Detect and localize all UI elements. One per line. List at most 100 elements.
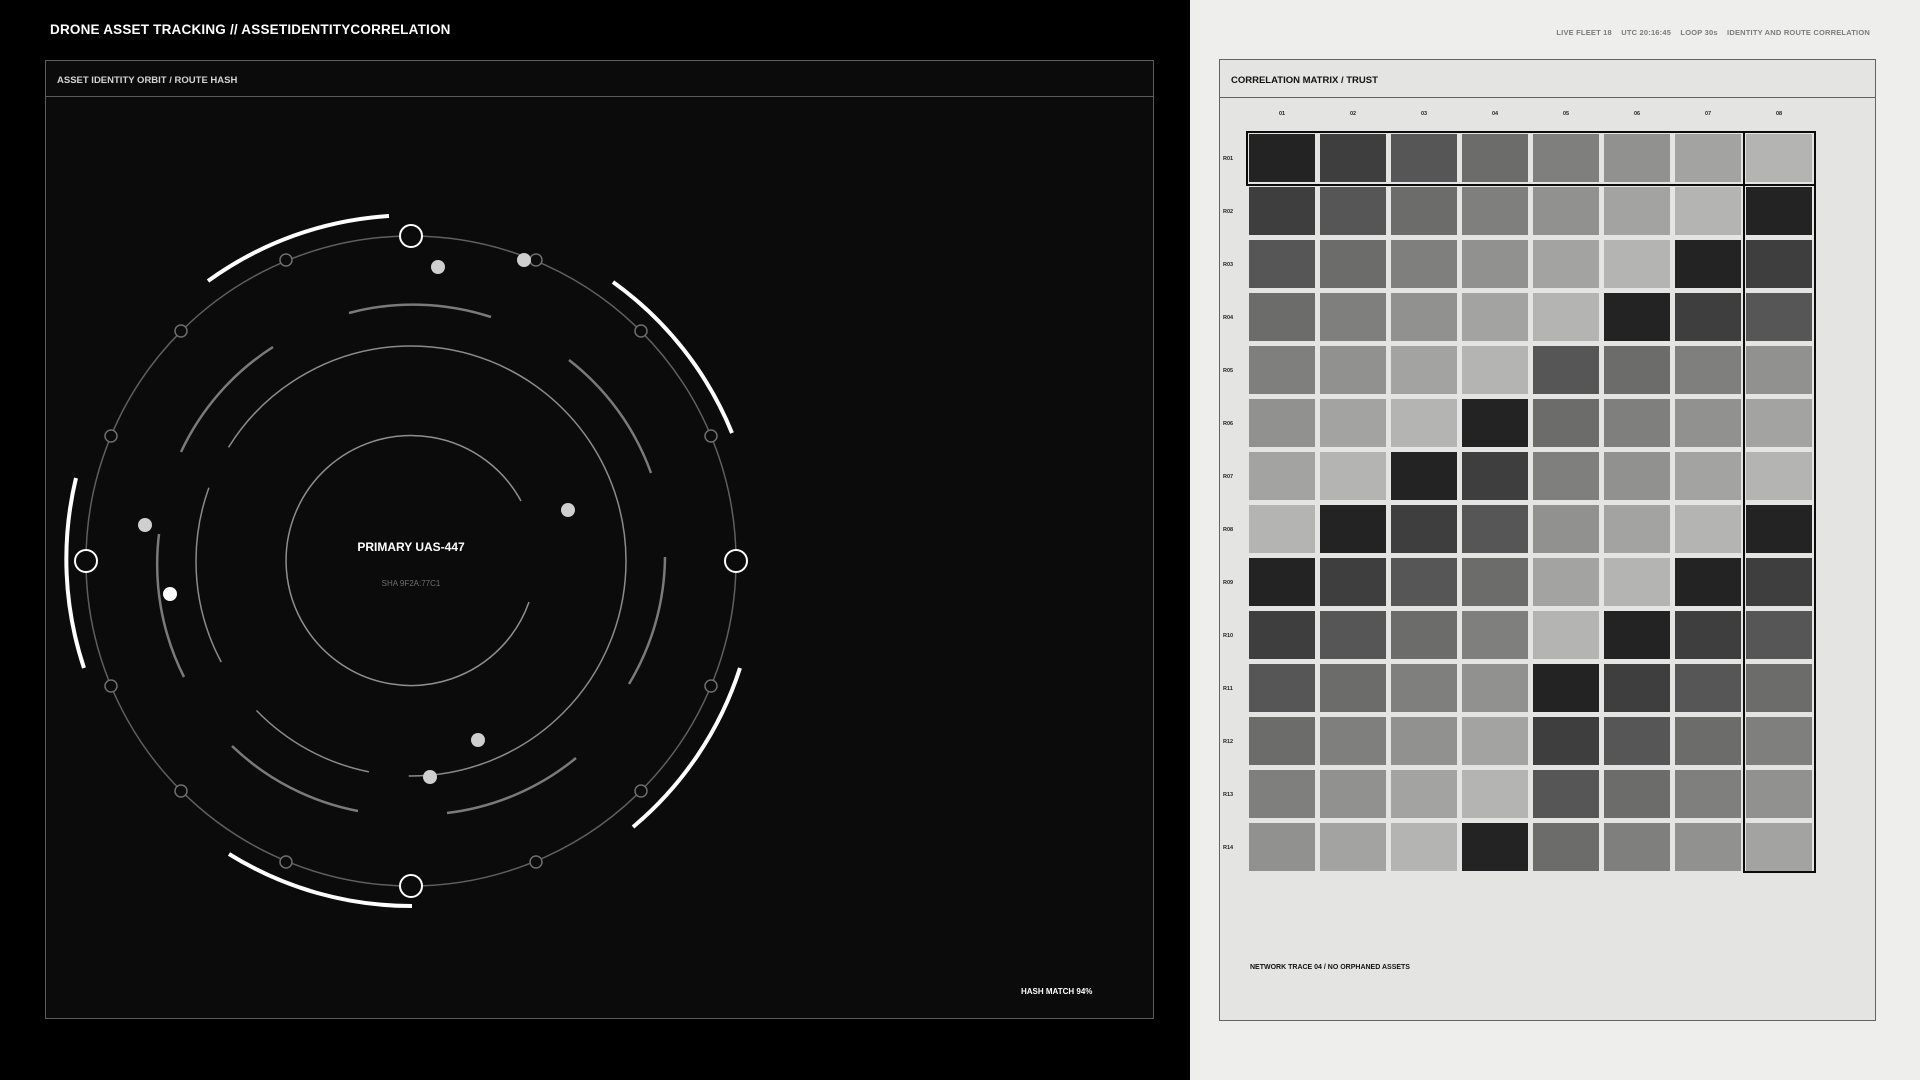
matrix-cell[interactable] [1462,134,1528,182]
matrix-cell[interactable] [1533,823,1599,871]
matrix-cell[interactable] [1391,134,1457,182]
matrix-cell[interactable] [1746,505,1812,553]
matrix-cell[interactable] [1249,717,1315,765]
matrix-cell[interactable] [1746,717,1812,765]
matrix-cell[interactable] [1462,558,1528,606]
matrix-cell[interactable] [1391,346,1457,394]
matrix-cell[interactable] [1391,611,1457,659]
matrix-cell[interactable] [1249,664,1315,712]
matrix-cell[interactable] [1249,399,1315,447]
matrix-cell[interactable] [1462,293,1528,341]
matrix-cell[interactable] [1533,558,1599,606]
matrix-cell[interactable] [1320,452,1386,500]
matrix-cell[interactable] [1462,399,1528,447]
matrix-cell[interactable] [1533,240,1599,288]
matrix-cell[interactable] [1249,770,1315,818]
matrix-cell[interactable] [1462,664,1528,712]
matrix-cell[interactable] [1249,240,1315,288]
matrix-cell[interactable] [1533,293,1599,341]
matrix-cell[interactable] [1533,452,1599,500]
matrix-cell[interactable] [1320,399,1386,447]
matrix-cell[interactable] [1675,558,1741,606]
matrix-cell[interactable] [1320,346,1386,394]
matrix-cell[interactable] [1746,134,1812,182]
matrix-cell[interactable] [1320,611,1386,659]
matrix-cell[interactable] [1604,452,1670,500]
matrix-cell[interactable] [1320,505,1386,553]
matrix-cell[interactable] [1675,770,1741,818]
matrix-cell[interactable] [1249,823,1315,871]
matrix-cell[interactable] [1533,664,1599,712]
matrix-cell[interactable] [1675,823,1741,871]
matrix-cell[interactable] [1320,770,1386,818]
matrix-cell[interactable] [1675,664,1741,712]
matrix-cell[interactable] [1746,664,1812,712]
matrix-cell[interactable] [1604,823,1670,871]
matrix-cell[interactable] [1320,187,1386,235]
matrix-cell[interactable] [1604,240,1670,288]
matrix-cell[interactable] [1675,611,1741,659]
matrix-cell[interactable] [1320,558,1386,606]
matrix-cell[interactable] [1320,823,1386,871]
matrix-cell[interactable] [1604,293,1670,341]
matrix-cell[interactable] [1604,717,1670,765]
matrix-cell[interactable] [1391,823,1457,871]
matrix-cell[interactable] [1533,505,1599,553]
matrix-cell[interactable] [1533,717,1599,765]
matrix-cell[interactable] [1462,717,1528,765]
matrix-cell[interactable] [1604,558,1670,606]
matrix-cell[interactable] [1533,770,1599,818]
matrix-cell[interactable] [1391,240,1457,288]
matrix-cell[interactable] [1675,293,1741,341]
matrix-cell[interactable] [1249,187,1315,235]
matrix-cell[interactable] [1249,611,1315,659]
matrix-cell[interactable] [1675,505,1741,553]
matrix-cell[interactable] [1249,505,1315,553]
matrix-cell[interactable] [1746,346,1812,394]
matrix-cell[interactable] [1604,399,1670,447]
matrix-cell[interactable] [1249,134,1315,182]
matrix-cell[interactable] [1746,452,1812,500]
matrix-cell[interactable] [1533,187,1599,235]
matrix-cell[interactable] [1675,717,1741,765]
matrix-cell[interactable] [1462,823,1528,871]
matrix-cell[interactable] [1462,770,1528,818]
matrix-cell[interactable] [1675,240,1741,288]
matrix-cell[interactable] [1604,187,1670,235]
matrix-cell[interactable] [1604,134,1670,182]
matrix-cell[interactable] [1249,346,1315,394]
matrix-cell[interactable] [1391,717,1457,765]
matrix-cell[interactable] [1604,346,1670,394]
matrix-cell[interactable] [1675,134,1741,182]
matrix-cell[interactable] [1391,505,1457,553]
matrix-cell[interactable] [1462,240,1528,288]
matrix-cell[interactable] [1675,452,1741,500]
matrix-cell[interactable] [1320,717,1386,765]
matrix-cell[interactable] [1391,558,1457,606]
matrix-cell[interactable] [1391,664,1457,712]
matrix-cell[interactable] [1320,664,1386,712]
matrix-cell[interactable] [1533,346,1599,394]
matrix-cell[interactable] [1746,611,1812,659]
matrix-cell[interactable] [1462,452,1528,500]
matrix-cell[interactable] [1746,823,1812,871]
matrix-cell[interactable] [1604,770,1670,818]
matrix-cell[interactable] [1746,293,1812,341]
matrix-cell[interactable] [1746,770,1812,818]
matrix-cell[interactable] [1675,187,1741,235]
matrix-cell[interactable] [1320,134,1386,182]
matrix-cell[interactable] [1320,293,1386,341]
matrix-cell[interactable] [1604,505,1670,553]
matrix-cell[interactable] [1249,293,1315,341]
matrix-cell[interactable] [1746,558,1812,606]
matrix-cell[interactable] [1533,134,1599,182]
matrix-cell[interactable] [1462,346,1528,394]
matrix-cell[interactable] [1675,399,1741,447]
matrix-cell[interactable] [1604,611,1670,659]
matrix-cell[interactable] [1746,399,1812,447]
matrix-cell[interactable] [1249,452,1315,500]
matrix-cell[interactable] [1462,505,1528,553]
matrix-cell[interactable] [1462,187,1528,235]
matrix-cell[interactable] [1533,399,1599,447]
matrix-cell[interactable] [1746,187,1812,235]
